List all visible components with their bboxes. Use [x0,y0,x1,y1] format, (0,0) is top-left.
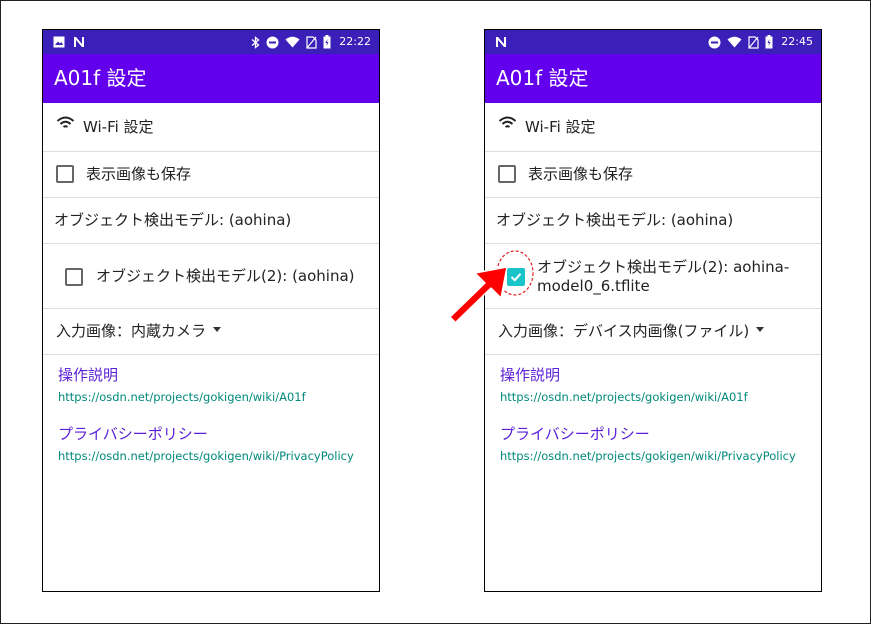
input-image-label-group: 入力画像：内蔵カメラ [56,322,222,341]
n-logo-icon [74,37,84,47]
wifi-signal-icon [727,36,742,48]
save-image-row[interactable]: 表示画像も保存 [485,152,821,198]
model2-label: オブジェクト検出モデル(2): (aohina) [96,267,355,285]
wifi-icon [56,116,75,128]
n-logo-icon [496,37,506,47]
wifi-icon [498,116,517,128]
manual-link-url[interactable]: https://osdn.net/projects/gokigen/wiki/A… [500,390,748,405]
app-title: A01f 設定 [54,66,147,90]
privacy-link-url[interactable]: https://osdn.net/projects/gokigen/wiki/P… [58,449,354,464]
phone-screenshot-right: 22:45 A01f 設定 Wi-Fi 設定 表示画像も保存 オブジェクト検出モ… [484,29,822,592]
save-image-label: 表示画像も保存 [528,165,634,183]
input-image-row[interactable]: 入力画像：デバイス内画像(ファイル) [485,309,821,355]
do-not-disturb-icon [266,36,279,48]
input-image-prefix: 入力画像： [56,322,132,340]
model-row[interactable]: オブジェクト検出モデル: (aohina) [43,198,379,244]
bluetooth-icon [251,35,260,49]
wifi-settings-label: Wi-Fi 設定 [83,118,154,136]
model2-checkbox[interactable] [65,268,83,286]
privacy-link-title[interactable]: プライバシーポリシー [58,425,208,444]
input-image-label-group: 入力画像：デバイス内画像(ファイル) [498,322,765,341]
app-bar: A01f 設定 [485,54,821,103]
input-image-select[interactable]: 内蔵カメラ [131,322,222,341]
input-image-select[interactable]: デバイス内画像(ファイル) [573,322,765,341]
privacy-link-url[interactable]: https://osdn.net/projects/gokigen/wiki/P… [500,449,796,464]
model2-label-line1: オブジェクト検出モデル(2): aohina- [537,258,790,276]
model2-row[interactable]: オブジェクト検出モデル(2): aohina- model0_6.tflite [485,244,821,309]
phone-screenshot-left: 22:22 A01f 設定 Wi-Fi 設定 表示画像も保存 オブジェクト検出モ… [42,29,380,592]
save-image-checkbox[interactable] [56,165,74,183]
input-image-row[interactable]: 入力画像：内蔵カメラ [43,309,379,355]
dropdown-caret-icon [213,327,222,332]
manual-link-url[interactable]: https://osdn.net/projects/gokigen/wiki/A… [58,390,306,405]
dropdown-caret-icon [756,327,765,332]
no-sim-icon [306,35,317,49]
status-time: 22:45 [781,35,813,48]
input-image-value: デバイス内画像(ファイル) [573,322,750,340]
no-sim-icon [748,35,759,49]
do-not-disturb-icon [708,36,721,48]
save-image-row[interactable]: 表示画像も保存 [43,152,379,198]
save-image-checkbox[interactable] [498,165,516,183]
battery-icon [323,35,331,49]
manual-link-title[interactable]: 操作説明 [500,366,560,385]
model-row[interactable]: オブジェクト検出モデル: (aohina) [485,198,821,244]
status-time: 22:22 [339,35,371,48]
app-title: A01f 設定 [496,66,589,90]
wifi-settings-row[interactable]: Wi-Fi 設定 [43,103,379,152]
model-label: オブジェクト検出モデル: (aohina) [496,211,734,229]
model2-row[interactable]: オブジェクト検出モデル(2): (aohina) [43,244,379,309]
wifi-settings-row[interactable]: Wi-Fi 設定 [485,103,821,152]
status-bar: 22:22 [43,30,379,54]
checkmark-icon [510,273,522,282]
status-bar: 22:45 [485,30,821,54]
battery-icon [765,35,773,49]
wifi-signal-icon [285,36,300,48]
wifi-settings-label: Wi-Fi 設定 [525,118,596,136]
input-image-prefix: 入力画像： [498,322,574,340]
save-image-label: 表示画像も保存 [86,165,192,183]
input-image-value: 内蔵カメラ [131,322,207,340]
privacy-link-title[interactable]: プライバシーポリシー [500,425,650,444]
model2-checkbox[interactable] [507,268,525,286]
model2-label-line2: model0_6.tflite [537,277,650,295]
app-bar: A01f 設定 [43,54,379,103]
manual-link-title[interactable]: 操作説明 [58,366,118,385]
image-icon [53,36,65,48]
model-label: オブジェクト検出モデル: (aohina) [54,211,292,229]
